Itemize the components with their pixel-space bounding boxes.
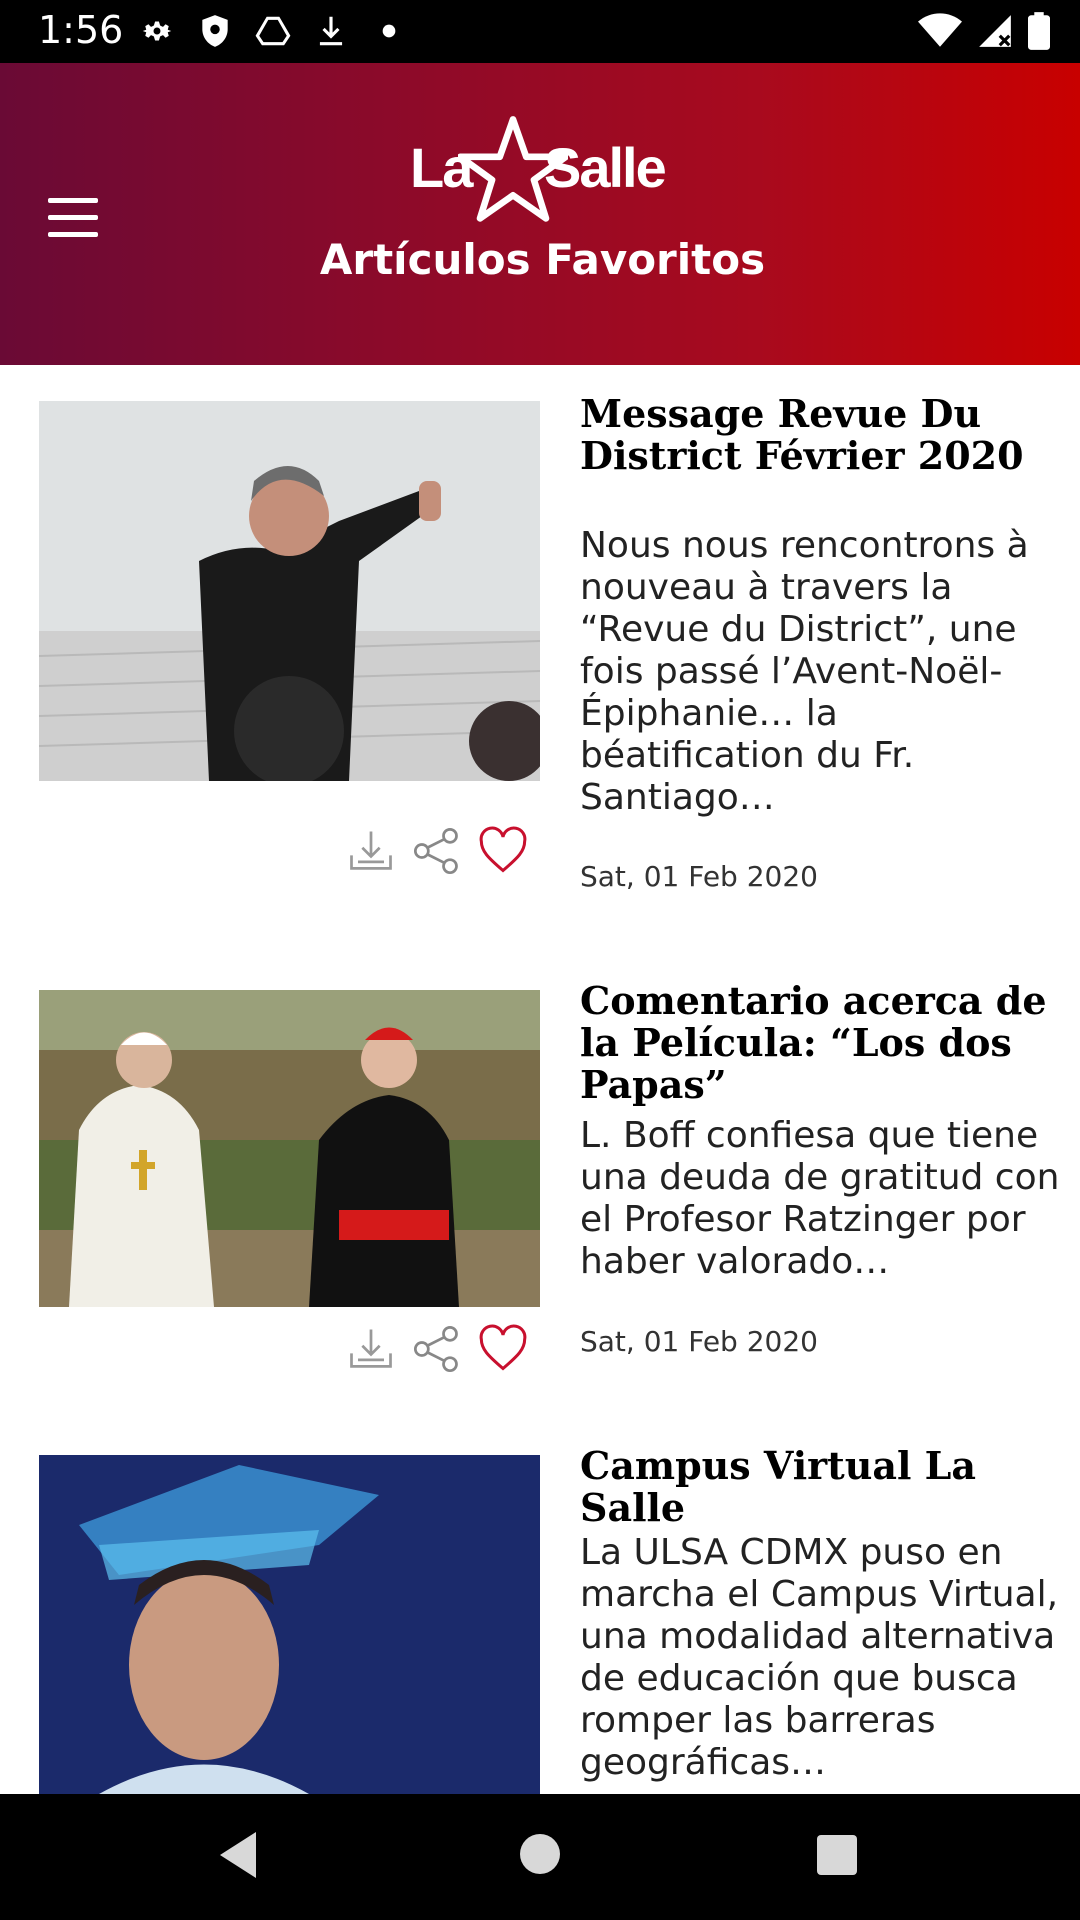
app-header: La Salle Artículos Favoritos <box>0 63 1080 365</box>
article-title[interactable]: Message Revue Du District Février 2020 <box>580 393 1070 477</box>
logo-text-right: Salle <box>544 136 667 199</box>
wifi-icon <box>918 13 962 47</box>
article-title[interactable]: Comentario acerca de la Película: “Los d… <box>580 980 1070 1106</box>
shield-icon <box>202 15 228 47</box>
teacher-photo <box>39 401 540 781</box>
share-icon[interactable] <box>411 825 463 877</box>
notification-icons <box>138 12 408 50</box>
system-nav-bar <box>0 1794 1080 1920</box>
download-icon[interactable] <box>345 825 397 877</box>
article-card[interactable]: Campus Virtual La Salle La ULSA CDMX pus… <box>0 1420 1080 1794</box>
download-icon[interactable] <box>345 1323 397 1375</box>
download-icon <box>319 16 343 46</box>
heart-icon[interactable] <box>477 825 529 877</box>
article-excerpt: Nous nous rencontrons à nouveau à traver… <box>580 525 1029 818</box>
la-salle-logo: La Salle <box>410 115 680 225</box>
system-icons <box>918 12 1050 50</box>
article-date: Sat, 01 Feb 2020 <box>580 860 818 893</box>
article-card[interactable]: Message Revue Du District Février 2020 N… <box>0 365 1080 935</box>
article-actions <box>345 1323 529 1375</box>
article-image[interactable] <box>39 401 540 781</box>
page-title: Artículos Favoritos <box>319 235 766 284</box>
settings-icon <box>142 21 172 41</box>
battery-icon <box>1028 12 1050 50</box>
article-date: Sat, 01 Feb 2020 <box>580 1325 818 1358</box>
article-excerpt: La ULSA CDMX puso en marcha el Campus Vi… <box>580 1532 1059 1783</box>
article-image[interactable] <box>39 1455 540 1794</box>
article-image[interactable] <box>39 990 540 1307</box>
article-title[interactable]: Campus Virtual La Salle <box>580 1445 1070 1529</box>
article-card[interactable]: Comentario acerca de la Película: “Los d… <box>0 960 1080 1400</box>
home-icon[interactable] <box>518 1832 562 1876</box>
share-icon[interactable] <box>411 1323 463 1375</box>
popes-photo <box>39 990 540 1307</box>
graduate-photo <box>39 1455 540 1794</box>
drive-icon <box>255 16 291 46</box>
recents-icon[interactable] <box>816 1834 858 1876</box>
heart-icon[interactable] <box>477 1323 529 1375</box>
status-bar: 1:56 <box>0 0 1080 63</box>
signal-icon <box>979 15 1011 47</box>
article-actions <box>345 825 529 877</box>
article-excerpt: L. Boff confiesa que tiene una deuda de … <box>580 1115 1060 1282</box>
dot-icon <box>382 24 396 38</box>
status-time: 1:56 <box>38 8 124 52</box>
back-icon[interactable] <box>216 1830 260 1880</box>
